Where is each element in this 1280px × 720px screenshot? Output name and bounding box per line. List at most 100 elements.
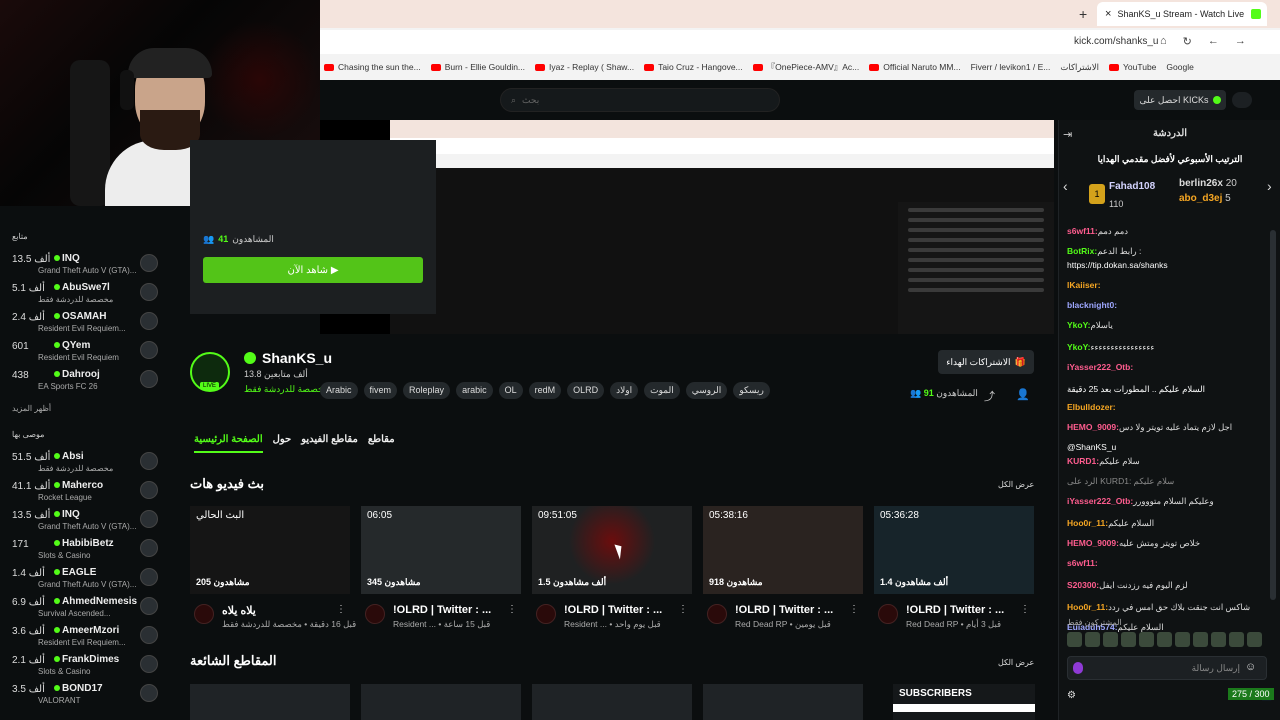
sidebar-channel[interactable]: 3.6 ألف AmeerMzori Resident Evil Requiem… [0,622,178,650]
emote[interactable] [1211,632,1226,647]
chat-username[interactable]: KURD1: [1067,456,1099,466]
sidebar-channel[interactable]: 438 Dahrooj EA Sports FC 26 [0,366,178,394]
search-input[interactable]: ⌕ بحث [500,88,780,112]
tag[interactable]: fivem [363,382,398,399]
more-options-icon[interactable]: ⋮ [678,604,688,615]
sidebar-channel[interactable]: 3.5 ألف BOND17 VALORANT [0,680,178,708]
vod-card[interactable]: 05:38:16 918 مشاهدون !OLRD | Twitter : ..… [703,506,863,629]
bookmark[interactable]: 『OnePiece-AMV』Ac... [752,61,859,73]
chat-message[interactable]: Hoo0r_11:شاكس انت جنقت بلاك حق امس في رد… [1067,602,1273,613]
chevron-left-icon[interactable]: ‹ [1063,178,1068,194]
chat-message[interactable]: BotRix:رابط الدعم : [1067,246,1273,257]
sidebar-channel[interactable]: 601 QYem Resident Evil Requiem [0,337,178,365]
sidebar-channel[interactable]: 1.4 ألف EAGLE Grand Theft Auto V (GTA)..… [0,564,178,592]
vod-card[interactable]: 05:36:28 1.4 ألف مشاهدون !OLRD | Twitter … [874,506,1034,629]
microphone-icon[interactable] [1073,662,1083,674]
chat-message[interactable]: iYasser222_Otb: [1067,362,1273,372]
bookmark[interactable]: Taio Cruz - Hangove... [644,62,743,72]
collapse-chat-icon[interactable]: ⇥ [1063,128,1072,141]
reload-icon[interactable]: ↻ [1183,35,1192,48]
emote[interactable] [1157,632,1172,647]
chat-username[interactable]: YkoY: [1067,320,1090,330]
clip-card[interactable] [190,684,350,720]
tag[interactable]: اولاد [610,382,639,399]
new-tab-button[interactable]: + [1079,6,1087,22]
bookmark[interactable]: الاشتراكات [1060,62,1099,73]
back-icon[interactable]: ← [1208,35,1219,48]
chat-username[interactable]: iYasser222_Otb: [1067,496,1133,506]
chat-username[interactable]: Hoo0r_11: [1067,602,1108,612]
bookmark[interactable]: Google [1166,62,1193,72]
chat-message[interactable]: s6wf11:دمم دمم [1067,226,1273,237]
clip-card[interactable] [703,684,863,720]
chat-username[interactable]: iYasser222_Otb: [1067,362,1133,372]
emote[interactable] [1139,632,1154,647]
bookmark[interactable]: Fiverr / levikon1 / E... [971,62,1051,72]
gift-subs-button[interactable]: الاشتراكات الهداء 🎁 [938,350,1034,374]
home-icon[interactable]: ⌂ [1160,35,1167,48]
chat-message[interactable]: lKaiiser: [1067,280,1273,290]
chat-username[interactable]: BotRix: [1067,246,1097,256]
bookmark[interactable]: Chasing the sun the... [324,62,421,72]
settings-icon[interactable]: ⚙ [1067,690,1076,701]
chat-message[interactable]: blacknight0: [1067,300,1273,310]
follow-user-icon[interactable]: 👤 [1016,388,1030,401]
chat-message[interactable]: HEMO_9009:اجل لازم يتماد عليه تويتر ولا … [1067,422,1273,433]
bookmark[interactable]: Iyaz - Replay ( Shaw... [535,62,634,72]
chat-username[interactable]: Hoo0r_11: [1067,518,1108,528]
tab-about[interactable]: حول [273,434,292,453]
chat-message[interactable]: @ShanKS_u [1067,442,1273,452]
sidebar-channel[interactable]: 51.5 ألف Absi مخصصة للدردشة فقط [0,448,178,476]
chat-message[interactable]: الرد على KURD1: سلام عليكم [1067,476,1273,487]
chat-input[interactable]: إرسال رسالة [1067,656,1267,680]
tag[interactable]: ريسكو [733,382,770,399]
forward-icon[interactable]: → [1235,35,1246,48]
chat-username[interactable]: YkoY: [1067,342,1090,352]
more-options-icon[interactable]: ⋮ [849,604,859,615]
tab-home[interactable]: الصفحة الرئيسية [194,434,263,453]
emote[interactable] [1085,632,1100,647]
vod-card[interactable]: 06:05 345 مشاهدون !OLRD | Twitter : ... R… [361,506,521,629]
sidebar-channel[interactable]: 6.9 ألف AhmedNemesis Survival Ascended..… [0,593,178,621]
more-options-icon[interactable]: ⋮ [1020,604,1030,615]
watch-now-button[interactable]: شاهد الآن ▶ [203,257,423,283]
vod-card[interactable]: 09:51:05 1.5 ألف مشاهدون !OLRD | Twitter … [532,506,692,629]
tag[interactable]: redM [528,382,562,399]
close-tab-icon[interactable]: × [1105,8,1111,20]
tag[interactable]: الروسي [685,382,728,399]
emote[interactable] [1067,632,1082,647]
more-options-icon[interactable]: ⋮ [507,604,517,615]
sidebar-channel[interactable]: 41.1 ألف Maherco Rocket League [0,477,178,505]
share-icon[interactable]: ⤴ [984,388,995,404]
emote[interactable] [1121,632,1136,647]
tag[interactable]: OLRD [567,382,605,399]
chat-username[interactable]: Elbulldozer: [1067,402,1116,412]
chat-message[interactable]: YkoY:ءءءءءءءءءءءءءءءء [1067,342,1273,353]
sidebar-channel[interactable]: 5.1 ألف AbuSwe7l مخصصة للدردشة فقط [0,279,178,307]
chevron-right-icon[interactable]: › [1267,178,1272,194]
sidebar-channel[interactable]: 171 HabibiBetz Slots & Casino [0,535,178,563]
emote[interactable] [1103,632,1118,647]
chat-username[interactable]: s6wf11: [1067,558,1098,568]
tag[interactable]: الموت [644,382,680,399]
chat-scrollbar[interactable] [1270,230,1276,600]
clip-card[interactable] [532,684,692,720]
chat-message[interactable]: HEMO_9009:خلاص تويتر ومتش عليه [1067,538,1273,549]
bookmark[interactable]: Official Naruto MM... [869,62,961,72]
tag[interactable]: Roleplay [403,382,451,399]
bookmark[interactable]: YouTube [1109,62,1156,72]
bookmark[interactable]: Burn - Ellie Gouldin... [430,62,525,72]
chat-message[interactable]: Elbulldozer: [1067,402,1273,412]
sidebar-channel[interactable]: 13.5 ألف INQ Grand Theft Auto V (GTA)... [0,250,178,278]
channel-name[interactable]: ShanKS_u [244,350,332,366]
chat-username[interactable]: HEMO_9009: [1067,538,1119,548]
get-kicks-button[interactable]: احصل على KICKs [1134,90,1226,110]
tab-videos[interactable]: مقاطع الفيديو [301,434,358,453]
vod-card[interactable]: البث الحالي 205 مشاهدون يلاه يلاه قبل 16 … [190,506,356,629]
clip-card[interactable] [361,684,521,720]
tag[interactable]: OL [498,382,523,399]
tag[interactable]: arabic [456,382,493,399]
chat-message[interactable]: YkoY:ياسلام [1067,320,1273,331]
emote[interactable] [1229,632,1244,647]
chat-username[interactable]: S20300: [1067,580,1099,590]
